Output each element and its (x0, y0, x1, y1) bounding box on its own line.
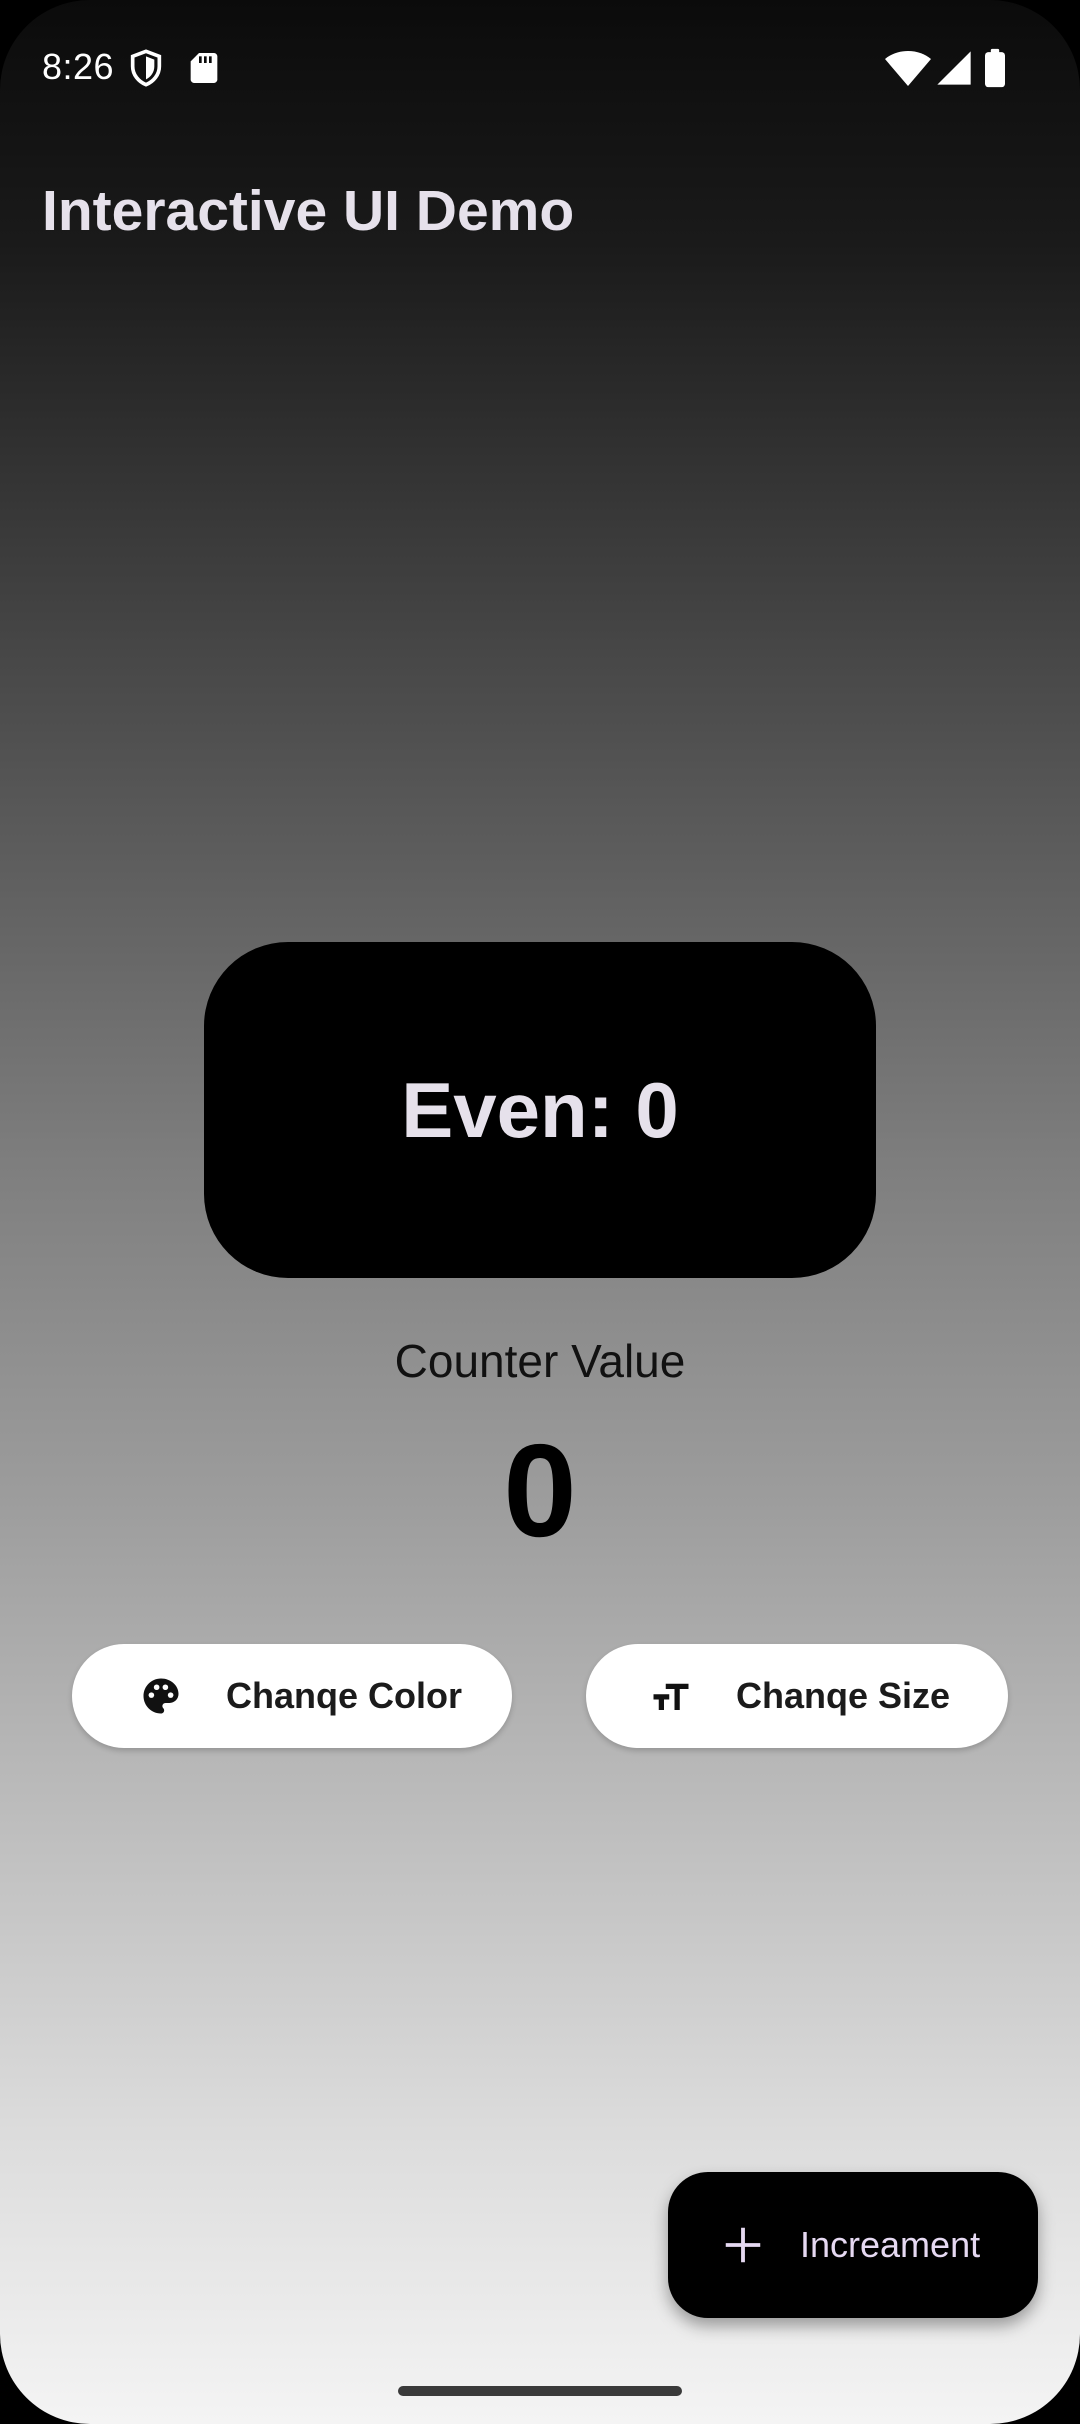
shield-icon (130, 49, 162, 87)
counter-value: 0 (503, 1417, 577, 1564)
palette-icon (143, 1678, 179, 1714)
change-color-label: Chanqe Color (226, 1675, 463, 1716)
app-screen: 8:26 Interactive UI Demo Even: 0 Counter… (0, 0, 1080, 2424)
page-title: Interactive UI Demo (42, 179, 575, 243)
plus-icon (725, 2227, 761, 2263)
counter-label: Counter Value (394, 1335, 686, 1387)
change-size-label: Chanqe Size (736, 1675, 951, 1716)
cellular-signal-icon (937, 51, 971, 85)
text-size-icon (653, 1683, 689, 1710)
status-time: 8:26 (42, 46, 115, 87)
parity-text: Even: 0 (401, 1065, 679, 1154)
change-size-button[interactable]: Chanqe Size (586, 1644, 1008, 1748)
wifi-icon (885, 51, 931, 86)
parity-card: Even: 0 (204, 942, 876, 1278)
increment-fab[interactable]: Increament (668, 2172, 1038, 2318)
status-bar: 8:26 (0, 0, 1080, 140)
sd-card-icon (190, 53, 218, 83)
home-indicator[interactable] (398, 2386, 682, 2396)
battery-icon (985, 48, 1005, 88)
change-color-button[interactable]: Chanqe Color (72, 1644, 512, 1748)
increment-label: Increament (800, 2224, 981, 2265)
